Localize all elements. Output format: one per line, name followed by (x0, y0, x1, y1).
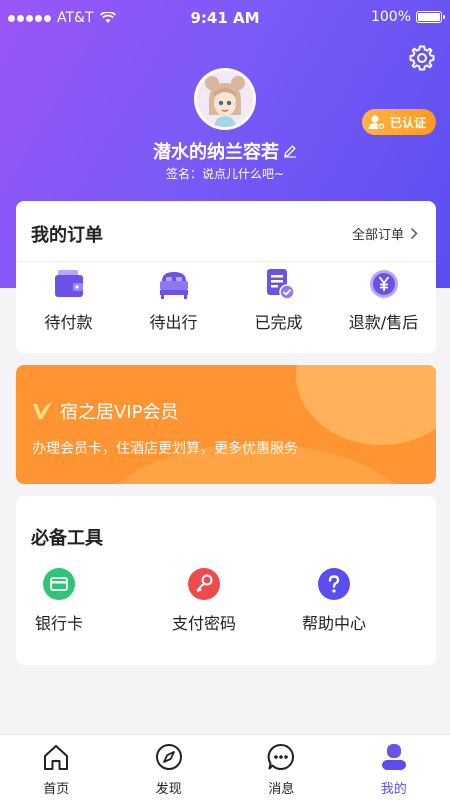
user-name: 潜水的纳兰容若 (153, 142, 279, 163)
home-icon (44, 745, 69, 770)
tool-label: 帮助中心 (301, 614, 366, 633)
avatar-illustration (197, 71, 253, 127)
vip-banner[interactable]: 宿之居VIP会员 办理会员卡，住酒店更划算，更多优惠服务 (16, 365, 436, 484)
status-bar: AT&T 9:41 AM 100% (0, 0, 450, 36)
order-completed[interactable]: 已完成 (226, 267, 331, 333)
tool-label: 银行卡 (34, 614, 83, 633)
completed-doc-icon (266, 269, 295, 300)
tools-card: 必备工具 银行卡 支付密码 帮助中心 (16, 496, 436, 665)
tools-list: 银行卡 支付密码 帮助中心 (16, 568, 399, 634)
battery-percent: 100% (370, 9, 411, 25)
message-icon (267, 743, 295, 770)
edit-pencil-icon[interactable] (283, 144, 297, 158)
tool-label: 支付密码 (171, 614, 236, 633)
tool-help-center[interactable]: 帮助中心 (269, 568, 399, 634)
orders-title: 我的订单 (31, 225, 103, 246)
refund-yen-icon (369, 270, 398, 298)
vip-title-row: 宿之居VIP会员 (32, 398, 178, 424)
tab-label: 首页 (43, 782, 70, 797)
order-refund[interactable]: 退款/售后 (331, 267, 436, 333)
tab-label: 发现 (155, 782, 182, 797)
bottom-tab-bar: 首页 发现 消息 我的 (0, 734, 450, 800)
all-orders-label: 全部订单 (351, 228, 404, 243)
order-item-label: 退款/售后 (348, 313, 419, 332)
user-name-row: 潜水的纳兰容若 (0, 138, 450, 164)
chevron-right-icon (410, 227, 418, 240)
orders-card: 我的订单 全部订单 待付款 待出行 已完成 退款/售后 (16, 201, 436, 353)
bank-card-icon (43, 568, 75, 600)
tab-label: 我的 (380, 782, 407, 797)
tab-messages[interactable]: 消息 (225, 735, 338, 800)
tool-bank-card[interactable]: 银行卡 (31, 568, 87, 634)
order-item-label: 待付款 (44, 313, 93, 332)
tools-title: 必备工具 (31, 528, 103, 549)
tab-discover[interactable]: 发现 (113, 735, 226, 800)
tab-mine[interactable]: 我的 (338, 735, 450, 800)
help-icon (318, 568, 350, 600)
vip-decor-circle (296, 365, 436, 445)
settings-gear-icon[interactable] (408, 44, 436, 72)
user-signature: 签名：说点儿什么吧~ (165, 167, 285, 181)
battery-group: 100% (370, 9, 445, 25)
tool-pay-password[interactable]: 支付密码 (139, 568, 269, 634)
battery-icon (416, 11, 445, 23)
order-pending-trip[interactable]: 待出行 (121, 267, 226, 333)
key-icon (188, 568, 220, 600)
all-orders-link[interactable]: 全部订单 (352, 224, 418, 243)
user-icon (381, 744, 406, 770)
order-item-label: 待出行 (149, 313, 198, 332)
bed-icon (159, 272, 188, 299)
verified-user-icon (368, 115, 386, 130)
avatar[interactable] (194, 68, 256, 130)
vip-v-icon (33, 402, 52, 419)
vip-title: 宿之居VIP会员 (60, 402, 179, 423)
tab-home[interactable]: 首页 (0, 735, 113, 800)
verified-label: 已认证 (389, 115, 426, 130)
orders-divider (16, 261, 436, 262)
order-item-label: 已完成 (254, 313, 303, 332)
verified-badge[interactable]: 已认证 (361, 109, 436, 135)
wallet-icon (54, 270, 83, 297)
order-pending-payment[interactable]: 待付款 (16, 267, 121, 333)
vip-description: 办理会员卡，住酒店更划算，更多优惠服务 (32, 441, 298, 457)
compass-icon (155, 744, 182, 770)
tab-label: 消息 (268, 782, 295, 797)
order-status-list: 待付款 待出行 已完成 退款/售后 (16, 267, 436, 333)
